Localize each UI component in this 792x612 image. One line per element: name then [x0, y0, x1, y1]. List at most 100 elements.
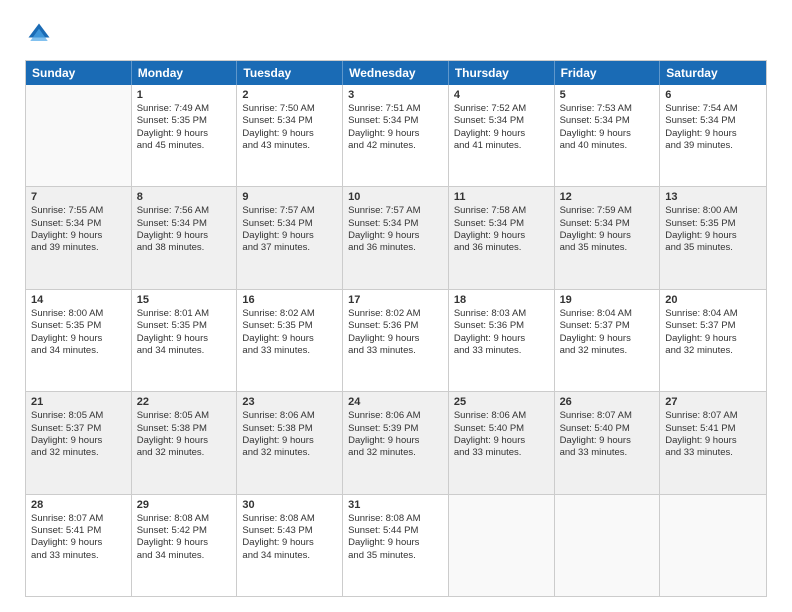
- day-number: 2: [242, 89, 337, 101]
- calendar-cell: 22 Sunrise: 8:05 AM Sunset: 5:38 PM Dayl…: [132, 392, 238, 493]
- header-day-monday: Monday: [132, 61, 238, 85]
- sunset-text: Sunset: 5:36 PM: [348, 320, 443, 332]
- daylight-minutes: and 33 minutes.: [348, 345, 443, 357]
- daylight-minutes: and 33 minutes.: [665, 447, 761, 459]
- day-number: 23: [242, 396, 337, 408]
- daylight-text: Daylight: 9 hours: [348, 537, 443, 549]
- sunset-text: Sunset: 5:35 PM: [665, 218, 761, 230]
- sunrise-text: Sunrise: 8:03 AM: [454, 308, 549, 320]
- sunset-text: Sunset: 5:34 PM: [454, 218, 549, 230]
- daylight-minutes: and 35 minutes.: [348, 550, 443, 562]
- daylight-minutes: and 32 minutes.: [137, 447, 232, 459]
- daylight-text: Daylight: 9 hours: [454, 128, 549, 140]
- calendar-cell: 1 Sunrise: 7:49 AM Sunset: 5:35 PM Dayli…: [132, 85, 238, 186]
- header: [25, 20, 767, 48]
- daylight-text: Daylight: 9 hours: [560, 128, 655, 140]
- daylight-text: Daylight: 9 hours: [348, 435, 443, 447]
- calendar-cell: 5 Sunrise: 7:53 AM Sunset: 5:34 PM Dayli…: [555, 85, 661, 186]
- daylight-minutes: and 32 minutes.: [665, 345, 761, 357]
- sunrise-text: Sunrise: 7:57 AM: [242, 205, 337, 217]
- sunset-text: Sunset: 5:34 PM: [560, 218, 655, 230]
- calendar-cell: 2 Sunrise: 7:50 AM Sunset: 5:34 PM Dayli…: [237, 85, 343, 186]
- daylight-text: Daylight: 9 hours: [560, 333, 655, 345]
- calendar-cell: 13 Sunrise: 8:00 AM Sunset: 5:35 PM Dayl…: [660, 187, 766, 288]
- sunrise-text: Sunrise: 8:06 AM: [348, 410, 443, 422]
- calendar-row-2: 7 Sunrise: 7:55 AM Sunset: 5:34 PM Dayli…: [26, 187, 766, 289]
- calendar-cell: 12 Sunrise: 7:59 AM Sunset: 5:34 PM Dayl…: [555, 187, 661, 288]
- sunset-text: Sunset: 5:37 PM: [560, 320, 655, 332]
- daylight-text: Daylight: 9 hours: [242, 230, 337, 242]
- day-number: 20: [665, 294, 761, 306]
- day-number: 31: [348, 499, 443, 511]
- daylight-minutes: and 32 minutes.: [348, 447, 443, 459]
- day-number: 28: [31, 499, 126, 511]
- day-number: 3: [348, 89, 443, 101]
- calendar-row-5: 28 Sunrise: 8:07 AM Sunset: 5:41 PM Dayl…: [26, 495, 766, 596]
- sunrise-text: Sunrise: 8:08 AM: [242, 513, 337, 525]
- calendar-cell: [449, 495, 555, 596]
- day-number: 27: [665, 396, 761, 408]
- calendar-cell: 23 Sunrise: 8:06 AM Sunset: 5:38 PM Dayl…: [237, 392, 343, 493]
- calendar-cell: 9 Sunrise: 7:57 AM Sunset: 5:34 PM Dayli…: [237, 187, 343, 288]
- daylight-text: Daylight: 9 hours: [665, 435, 761, 447]
- sunset-text: Sunset: 5:34 PM: [242, 218, 337, 230]
- daylight-text: Daylight: 9 hours: [348, 230, 443, 242]
- day-number: 25: [454, 396, 549, 408]
- calendar-cell: 10 Sunrise: 7:57 AM Sunset: 5:34 PM Dayl…: [343, 187, 449, 288]
- day-number: 1: [137, 89, 232, 101]
- calendar-cell: 24 Sunrise: 8:06 AM Sunset: 5:39 PM Dayl…: [343, 392, 449, 493]
- daylight-minutes: and 33 minutes.: [560, 447, 655, 459]
- daylight-minutes: and 41 minutes.: [454, 140, 549, 152]
- day-number: 4: [454, 89, 549, 101]
- daylight-minutes: and 32 minutes.: [560, 345, 655, 357]
- daylight-text: Daylight: 9 hours: [137, 537, 232, 549]
- sunset-text: Sunset: 5:34 PM: [31, 218, 126, 230]
- calendar-cell: 26 Sunrise: 8:07 AM Sunset: 5:40 PM Dayl…: [555, 392, 661, 493]
- day-number: 22: [137, 396, 232, 408]
- calendar-cell: 19 Sunrise: 8:04 AM Sunset: 5:37 PM Dayl…: [555, 290, 661, 391]
- day-number: 13: [665, 191, 761, 203]
- sunset-text: Sunset: 5:34 PM: [348, 115, 443, 127]
- daylight-text: Daylight: 9 hours: [665, 333, 761, 345]
- sunrise-text: Sunrise: 8:08 AM: [137, 513, 232, 525]
- sunrise-text: Sunrise: 8:00 AM: [665, 205, 761, 217]
- sunrise-text: Sunrise: 8:02 AM: [242, 308, 337, 320]
- calendar-cell: 29 Sunrise: 8:08 AM Sunset: 5:42 PM Dayl…: [132, 495, 238, 596]
- calendar-cell: 8 Sunrise: 7:56 AM Sunset: 5:34 PM Dayli…: [132, 187, 238, 288]
- calendar-cell: [555, 495, 661, 596]
- daylight-minutes: and 40 minutes.: [560, 140, 655, 152]
- calendar-cell: 16 Sunrise: 8:02 AM Sunset: 5:35 PM Dayl…: [237, 290, 343, 391]
- daylight-text: Daylight: 9 hours: [242, 333, 337, 345]
- day-number: 19: [560, 294, 655, 306]
- sunrise-text: Sunrise: 8:05 AM: [137, 410, 232, 422]
- daylight-minutes: and 33 minutes.: [242, 345, 337, 357]
- daylight-minutes: and 34 minutes.: [31, 345, 126, 357]
- day-number: 17: [348, 294, 443, 306]
- day-number: 15: [137, 294, 232, 306]
- header-day-friday: Friday: [555, 61, 661, 85]
- sunset-text: Sunset: 5:34 PM: [454, 115, 549, 127]
- header-day-wednesday: Wednesday: [343, 61, 449, 85]
- calendar-cell: [26, 85, 132, 186]
- sunset-text: Sunset: 5:43 PM: [242, 525, 337, 537]
- day-number: 26: [560, 396, 655, 408]
- sunset-text: Sunset: 5:35 PM: [137, 115, 232, 127]
- daylight-minutes: and 32 minutes.: [31, 447, 126, 459]
- calendar-row-4: 21 Sunrise: 8:05 AM Sunset: 5:37 PM Dayl…: [26, 392, 766, 494]
- daylight-text: Daylight: 9 hours: [31, 435, 126, 447]
- day-number: 6: [665, 89, 761, 101]
- daylight-minutes: and 33 minutes.: [454, 447, 549, 459]
- sunrise-text: Sunrise: 8:01 AM: [137, 308, 232, 320]
- daylight-text: Daylight: 9 hours: [242, 537, 337, 549]
- daylight-text: Daylight: 9 hours: [31, 537, 126, 549]
- sunset-text: Sunset: 5:38 PM: [242, 423, 337, 435]
- daylight-text: Daylight: 9 hours: [454, 333, 549, 345]
- sunrise-text: Sunrise: 8:06 AM: [242, 410, 337, 422]
- daylight-text: Daylight: 9 hours: [31, 333, 126, 345]
- sunrise-text: Sunrise: 8:07 AM: [665, 410, 761, 422]
- day-number: 5: [560, 89, 655, 101]
- daylight-minutes: and 35 minutes.: [665, 242, 761, 254]
- calendar-cell: 27 Sunrise: 8:07 AM Sunset: 5:41 PM Dayl…: [660, 392, 766, 493]
- sunset-text: Sunset: 5:41 PM: [31, 525, 126, 537]
- day-number: 10: [348, 191, 443, 203]
